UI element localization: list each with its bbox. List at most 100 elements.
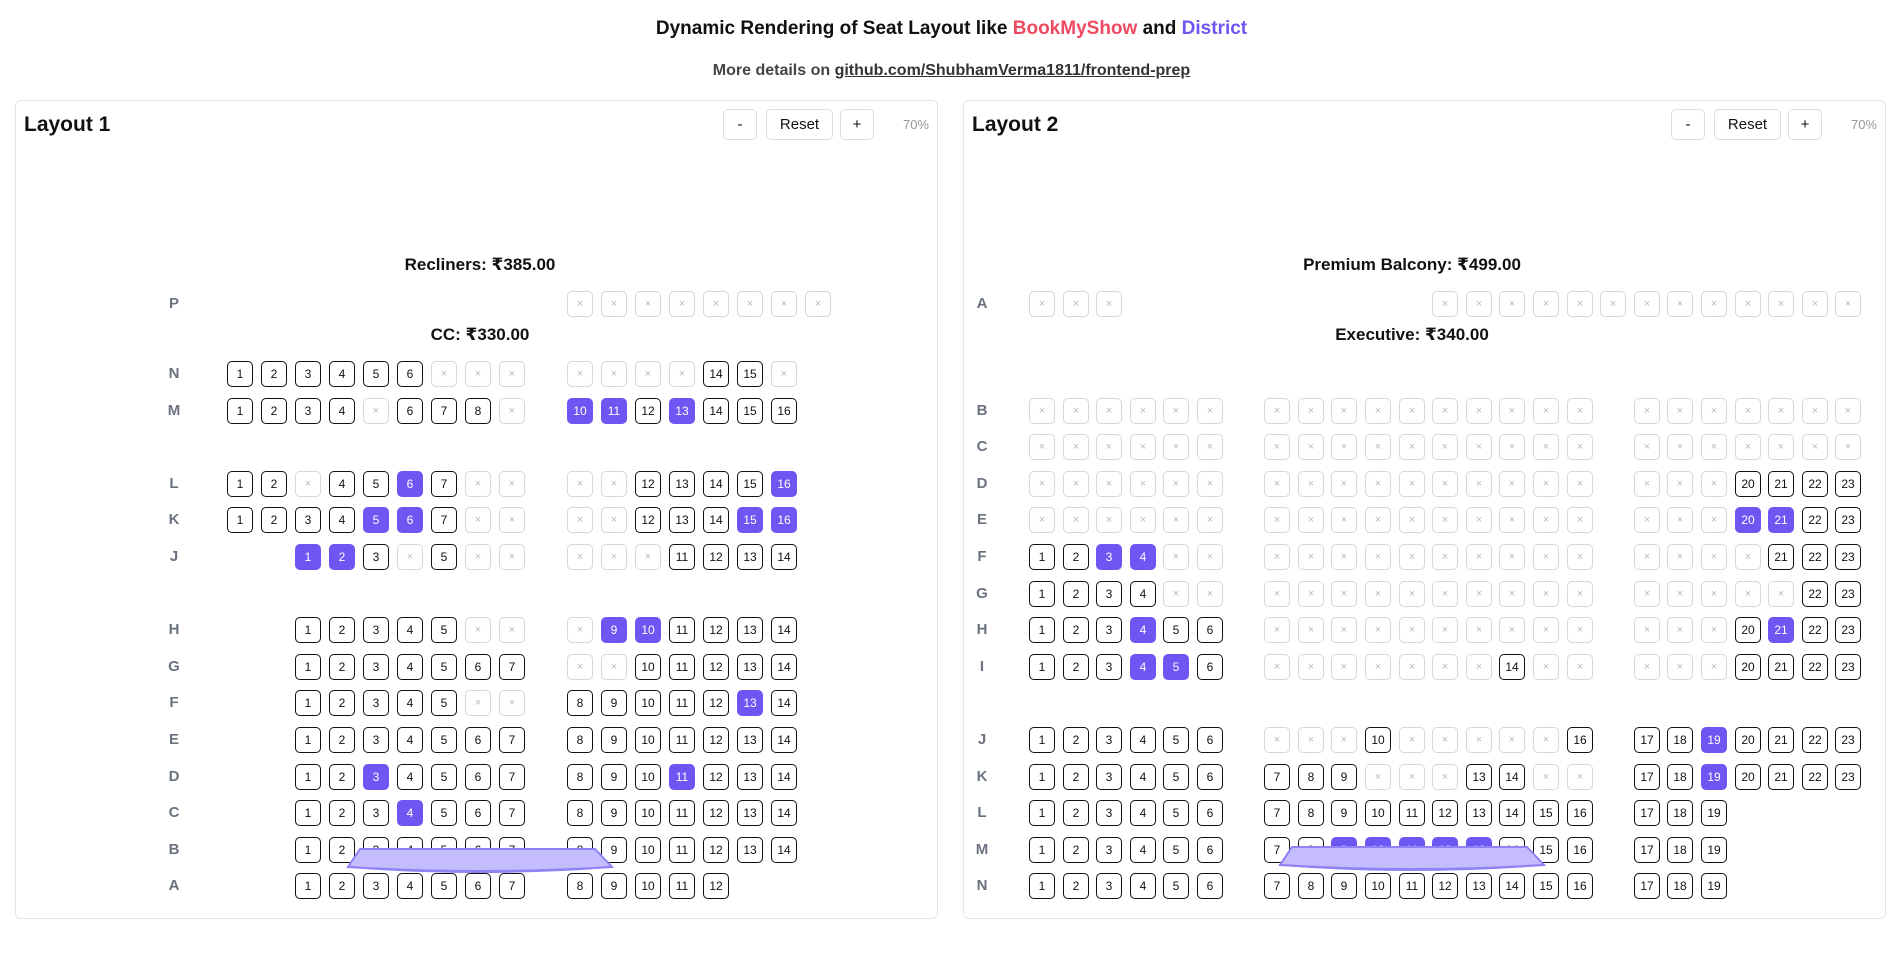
seat[interactable]: 17 [1634, 873, 1660, 899]
seat[interactable]: 23 [1835, 544, 1861, 570]
seat[interactable]: 3 [363, 800, 389, 826]
selected-seat[interactable]: 16 [771, 471, 797, 497]
seat[interactable]: 8 [567, 800, 593, 826]
seat[interactable]: 12 [703, 837, 729, 863]
selected-seat[interactable]: 6 [397, 507, 423, 533]
seat[interactable]: 8 [567, 727, 593, 753]
selected-seat[interactable]: 19 [1701, 727, 1727, 753]
seat[interactable]: 5 [431, 764, 457, 790]
selected-seat[interactable]: 11 [669, 764, 695, 790]
seat[interactable]: 14 [771, 764, 797, 790]
seat[interactable]: 3 [363, 727, 389, 753]
seat[interactable]: 16 [1567, 800, 1593, 826]
seat[interactable]: 1 [1029, 837, 1055, 863]
seat[interactable]: 14 [771, 690, 797, 716]
seat[interactable]: 5 [1163, 617, 1189, 643]
seat[interactable]: 2 [261, 361, 287, 387]
seat[interactable]: 17 [1634, 800, 1660, 826]
seat[interactable]: 14 [703, 361, 729, 387]
seat[interactable]: 1 [1029, 727, 1055, 753]
seat[interactable]: 12 [635, 507, 661, 533]
seat[interactable]: 12 [703, 690, 729, 716]
seat[interactable]: 14 [771, 544, 797, 570]
seat[interactable]: 5 [431, 690, 457, 716]
seat[interactable]: 6 [1197, 727, 1223, 753]
selected-seat[interactable]: 3 [1096, 544, 1122, 570]
seat[interactable]: 10 [1365, 727, 1391, 753]
seat[interactable]: 23 [1835, 581, 1861, 607]
seat[interactable]: 20 [1735, 617, 1761, 643]
seat[interactable]: 4 [329, 361, 355, 387]
seat[interactable]: 2 [261, 507, 287, 533]
selected-seat[interactable]: 15 [737, 507, 763, 533]
seat[interactable]: 14 [771, 617, 797, 643]
seat[interactable]: 10 [635, 690, 661, 716]
selected-seat[interactable]: 13 [737, 690, 763, 716]
seat[interactable]: 11 [669, 654, 695, 680]
seat[interactable]: 2 [329, 617, 355, 643]
seat[interactable]: 12 [703, 764, 729, 790]
seat[interactable]: 6 [465, 654, 491, 680]
seat[interactable]: 3 [1096, 837, 1122, 863]
seat[interactable]: 9 [601, 800, 627, 826]
selected-seat[interactable]: 9 [601, 617, 627, 643]
seat[interactable]: 23 [1835, 654, 1861, 680]
seat[interactable]: 4 [1130, 800, 1156, 826]
seat[interactable]: 3 [363, 617, 389, 643]
seat[interactable]: 21 [1768, 654, 1794, 680]
seat[interactable]: 12 [703, 654, 729, 680]
selected-seat[interactable]: 6 [397, 471, 423, 497]
seat[interactable]: 19 [1701, 837, 1727, 863]
seat[interactable]: 4 [1130, 764, 1156, 790]
seat[interactable]: 2 [329, 800, 355, 826]
seat[interactable]: 4 [1130, 837, 1156, 863]
selected-seat[interactable]: 3 [363, 764, 389, 790]
seat[interactable]: 6 [465, 764, 491, 790]
selected-seat[interactable]: 19 [1701, 764, 1727, 790]
seat[interactable]: 2 [1063, 764, 1089, 790]
seat[interactable]: 14 [771, 727, 797, 753]
seat[interactable]: 3 [295, 398, 321, 424]
seat[interactable]: 2 [329, 654, 355, 680]
seat[interactable]: 23 [1835, 764, 1861, 790]
selected-seat[interactable]: 2 [329, 544, 355, 570]
seat[interactable]: 5 [1163, 800, 1189, 826]
seat[interactable]: 9 [601, 690, 627, 716]
seat[interactable]: 22 [1802, 654, 1828, 680]
seat[interactable]: 3 [1096, 873, 1122, 899]
seat[interactable]: 3 [295, 361, 321, 387]
seat[interactable]: 5 [1163, 873, 1189, 899]
seat[interactable]: 20 [1735, 764, 1761, 790]
seat[interactable]: 2 [329, 764, 355, 790]
seat[interactable]: 1 [295, 873, 321, 899]
seat[interactable]: 6 [397, 398, 423, 424]
seat[interactable]: 7 [1264, 764, 1290, 790]
seat[interactable]: 1 [295, 727, 321, 753]
selected-seat[interactable]: 16 [771, 507, 797, 533]
seat[interactable]: 9 [601, 727, 627, 753]
seat[interactable]: 1 [295, 654, 321, 680]
seat[interactable]: 20 [1735, 471, 1761, 497]
seat[interactable]: 15 [737, 471, 763, 497]
selected-seat[interactable]: 5 [363, 507, 389, 533]
seat[interactable]: 4 [329, 398, 355, 424]
seat[interactable]: 2 [261, 398, 287, 424]
seat[interactable]: 17 [1634, 764, 1660, 790]
selected-seat[interactable]: 5 [1163, 654, 1189, 680]
seat[interactable]: 13 [1466, 800, 1492, 826]
seat[interactable]: 15 [1533, 800, 1559, 826]
seat[interactable]: 1 [227, 361, 253, 387]
seat[interactable]: 8 [1298, 800, 1324, 826]
seat[interactable]: 3 [363, 690, 389, 716]
seat[interactable]: 18 [1667, 764, 1693, 790]
seat[interactable]: 13 [669, 471, 695, 497]
selected-seat[interactable]: 21 [1768, 617, 1794, 643]
seat[interactable]: 10 [635, 654, 661, 680]
seat[interactable]: 3 [1096, 764, 1122, 790]
selected-seat[interactable]: 4 [1130, 654, 1156, 680]
seat[interactable]: 17 [1634, 837, 1660, 863]
seat[interactable]: 14 [771, 837, 797, 863]
seat[interactable]: 22 [1802, 507, 1828, 533]
seat[interactable]: 4 [397, 617, 423, 643]
seat[interactable]: 23 [1835, 617, 1861, 643]
